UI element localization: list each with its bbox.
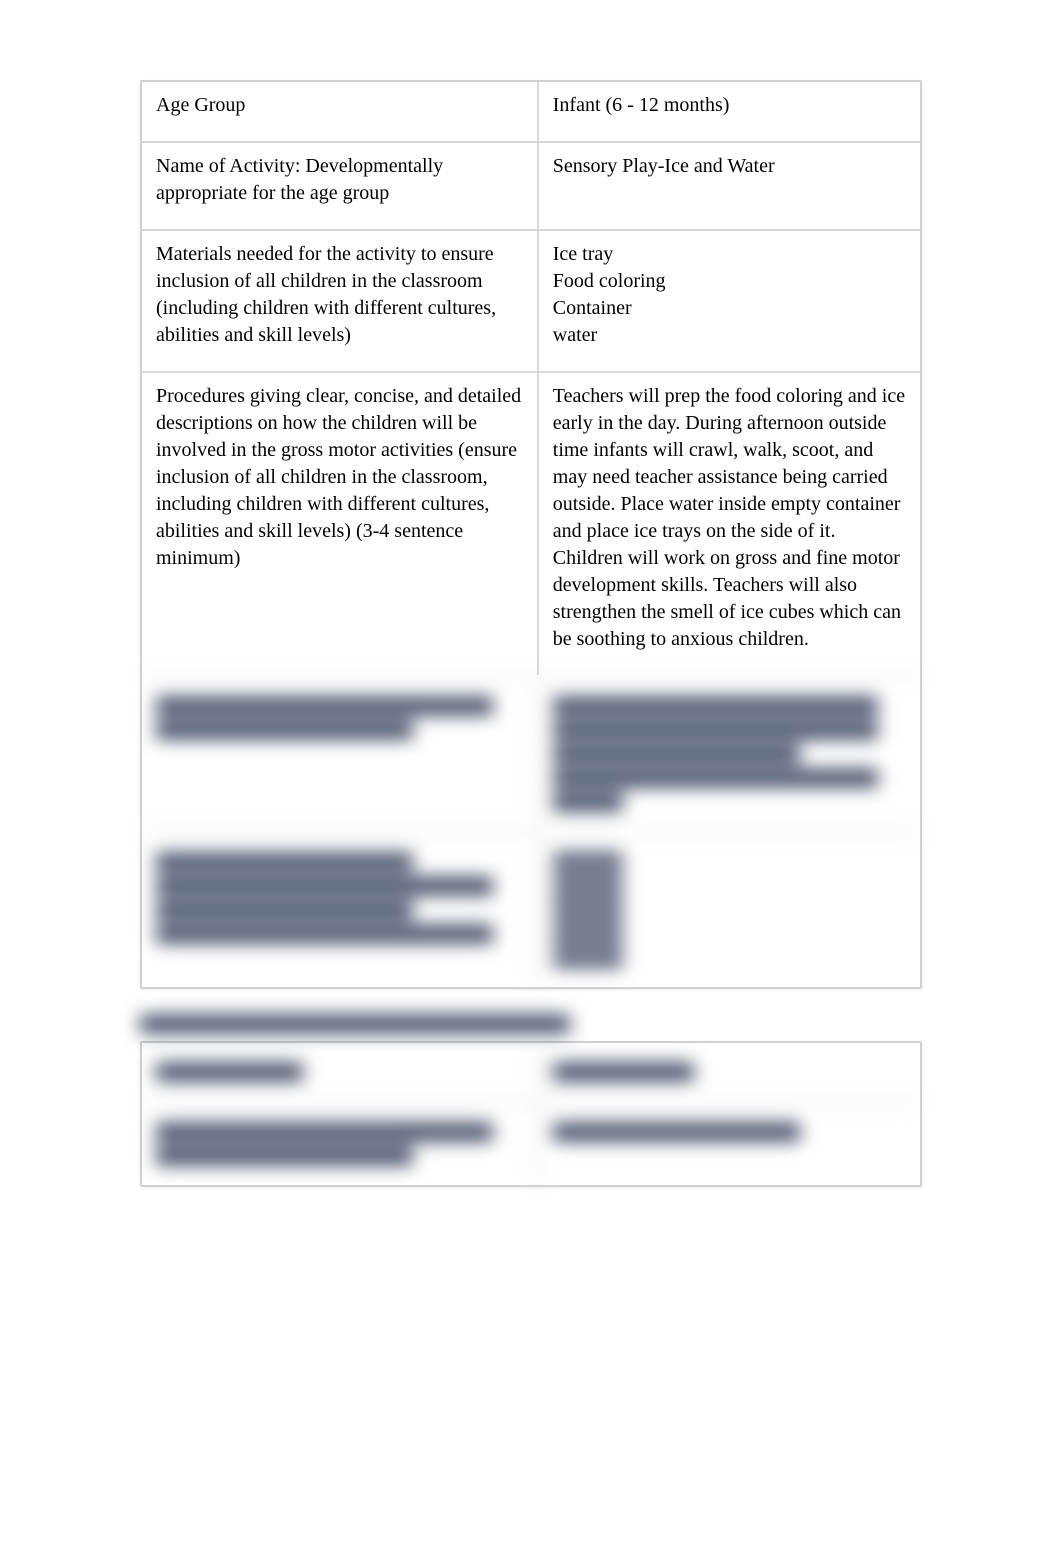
table-row-blurred [142,1101,920,1185]
procedures-value: Teachers will prep the food coloring and… [539,371,920,675]
activity-name-value: Sensory Play-Ice and Water [539,141,920,229]
activity-name-label: Name of Activity: Developmentally approp… [142,141,539,229]
table-row: Materials needed for the activity to ens… [142,229,920,371]
activity-table-1: Age Group Infant (6 - 12 months) Name of… [140,80,922,989]
table-row-blurred [142,831,920,987]
section-heading-blurred [140,1015,922,1033]
activity-table-2 [140,1041,922,1187]
materials-label: Materials needed for the activity to ens… [142,229,539,371]
document-page: Age Group Infant (6 - 12 months) Name of… [0,0,1062,1247]
age-group-label: Age Group [142,82,539,141]
table-row-blurred [142,675,920,831]
table-row-blurred [142,1043,920,1101]
age-group-value: Infant (6 - 12 months) [539,82,920,141]
procedures-label: Procedures giving clear, concise, and de… [142,371,539,675]
table-row: Age Group Infant (6 - 12 months) [142,82,920,141]
table-row: Procedures giving clear, concise, and de… [142,371,920,675]
materials-value: Ice tray Food coloring Container water [539,229,920,371]
table-row: Name of Activity: Developmentally approp… [142,141,920,229]
